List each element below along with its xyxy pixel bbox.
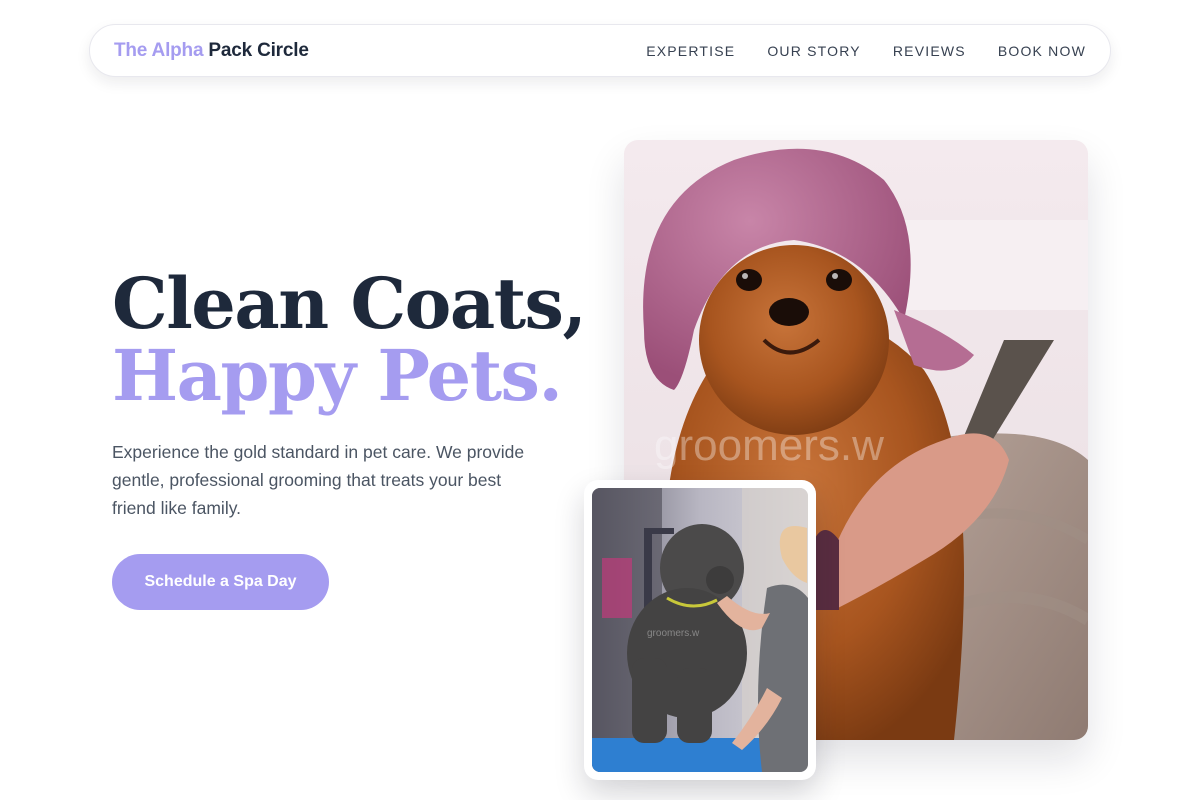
brand-name-dark: Pack Circle: [208, 39, 309, 61]
nav-link-reviews[interactable]: REVIEWS: [893, 43, 966, 59]
headline-line-2: Happy Pets.: [112, 334, 563, 417]
secondary-photo-poodle: groomers.w: [592, 488, 808, 772]
main-photo-watermark: groomers.w: [654, 421, 884, 470]
nav-link-our-story[interactable]: OUR STORY: [767, 43, 861, 59]
top-navbar: The Alpha Pack Circle EXPERTISE OUR STOR…: [89, 24, 1111, 77]
hero-subtext: Experience the gold standard in pet care…: [112, 442, 525, 518]
nav-link-book-now[interactable]: BOOK NOW: [998, 43, 1086, 59]
brand-logo[interactable]: The Alpha Pack Circle: [114, 40, 309, 62]
secondary-photo-card: groomers.w: [584, 480, 816, 780]
landing-page: The Alpha Pack Circle EXPERTISE OUR STOR…: [0, 0, 1200, 800]
nav-link-expertise[interactable]: EXPERTISE: [646, 43, 735, 59]
hero-headline: Clean Coats, Happy Pets.: [112, 262, 587, 417]
schedule-spa-day-button[interactable]: Schedule a Spa Day: [112, 554, 329, 610]
brand-name-light: The Alpha: [114, 39, 209, 61]
poodle-image: groomers.w: [592, 488, 808, 772]
small-photo-watermark: groomers.w: [647, 628, 700, 639]
headline-line-1: Clean Coats,: [112, 262, 587, 345]
nav-links: EXPERTISE OUR STORY REVIEWS BOOK NOW: [646, 43, 1086, 59]
